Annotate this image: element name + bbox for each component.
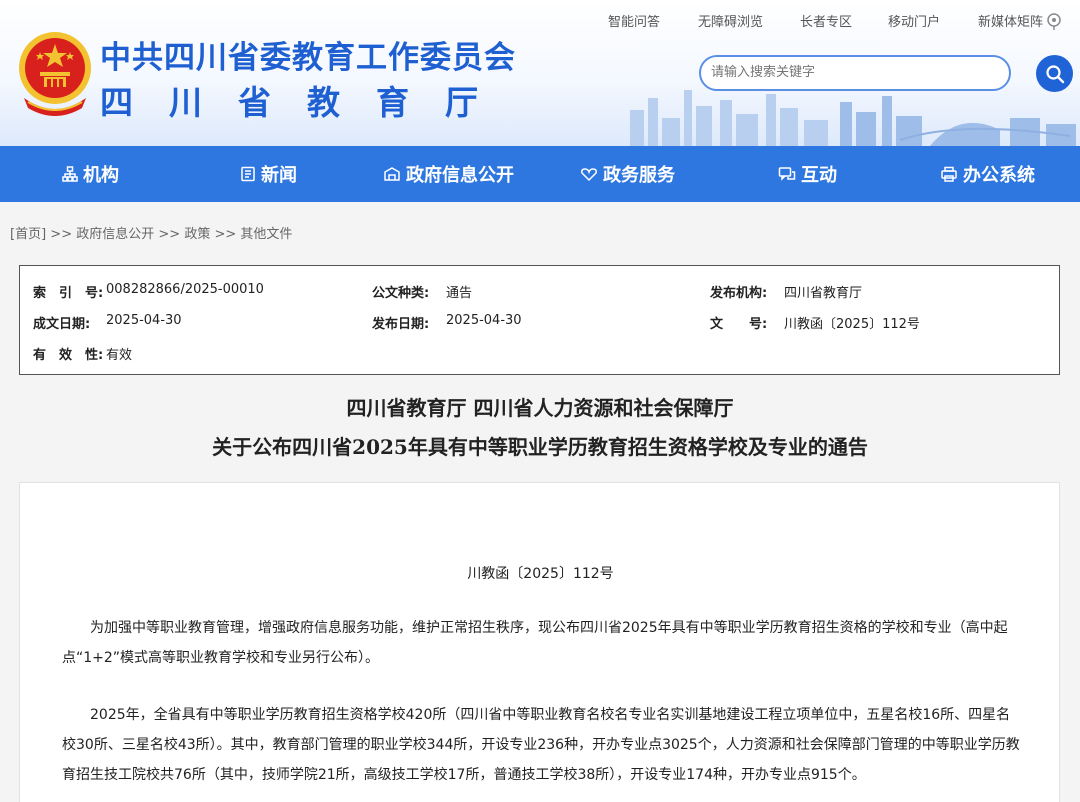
interaction-icon: [778, 167, 796, 181]
search-button[interactable]: [1036, 55, 1073, 92]
gov-info-icon: [384, 167, 400, 181]
breadcrumb-separator: >>: [158, 227, 181, 242]
nav-item-org[interactable]: 机构: [62, 146, 119, 202]
nav-label: 办公系统: [963, 165, 1035, 186]
search-input[interactable]: [711, 57, 1001, 87]
service-icon: [581, 168, 597, 182]
nav-item-services[interactable]: 政务服务: [580, 146, 675, 202]
org-chart-icon: [62, 166, 78, 182]
breadcrumb: [首页] >> 政府信息公开 >> 政策 >> 其他文件: [10, 223, 292, 242]
doc-number-label: 文 号:: [710, 317, 768, 332]
published-date-value: 2025-04-30: [446, 313, 522, 328]
org-name-title: 中共四川省委教育工作委员会: [100, 40, 516, 76]
publisher-label: 发布机构:: [710, 286, 768, 301]
document-title-line1: 四川省教育厅 四川省人力资源和社会保障厅: [346, 396, 734, 420]
top-link-mobile[interactable]: 移动门户: [888, 11, 940, 30]
category-label: 公文种类:: [372, 286, 430, 301]
publisher-value: 四川省教育厅: [784, 286, 863, 301]
breadcrumb-item-policy[interactable]: 政策: [184, 227, 210, 242]
nav-item-office[interactable]: 办公系统: [940, 146, 1035, 202]
breadcrumb-home[interactable]: [首页]: [10, 227, 46, 242]
document-metadata-table: 索 引 号: 008282866/2025-00010 公文种类: 通告 发布机…: [19, 265, 1060, 375]
breadcrumb-item-other-docs[interactable]: 其他文件: [240, 227, 292, 242]
category-value: 通告: [446, 286, 473, 301]
paragraph-intro: 为加强中等职业教育管理，增强政府信息服务功能，维护正常招生秩序，现公布四川省20…: [62, 620, 1008, 666]
breadcrumb-separator: >>: [214, 227, 237, 242]
nav-label: 互动: [801, 165, 837, 186]
main-nav: 机构 新闻 政府信息公开 政务服务 互动 办公系统: [0, 146, 1080, 202]
info-row: 成文日期: 2025-04-30 发布日期: 2025-04-30 文 号: 川…: [20, 313, 1059, 333]
breadcrumb-item-gov-info[interactable]: 政府信息公开: [76, 227, 154, 242]
search-box: [699, 55, 1011, 91]
paragraph-statistics: 2025年，全省具有中等职业学历教育招生资格学校420所（四川省中等职业教育名校…: [62, 707, 1020, 783]
nav-label: 新闻: [261, 165, 297, 186]
dept-name-title: 四川省教育厅: [100, 83, 514, 122]
top-link-elderly[interactable]: 长者专区: [800, 11, 852, 30]
top-link-new-media[interactable]: 新媒体矩阵: [978, 11, 1043, 30]
written-date-label: 成文日期:: [33, 317, 91, 332]
news-icon: [241, 166, 255, 182]
top-link-ai-qa[interactable]: 智能问答: [608, 11, 660, 30]
top-links: 智能问答 无障碍浏览 长者专区 移动门户 新媒体矩阵: [600, 11, 1070, 31]
validity-label: 有 效 性:: [33, 348, 104, 363]
site-header: 中共四川省委教育工作委员会 四川省教育厅 智能问答 无障碍浏览 长者专区 移动门…: [0, 0, 1080, 146]
office-icon: [941, 166, 957, 182]
nav-item-news[interactable]: 新闻: [240, 146, 297, 202]
search-icon: [1045, 64, 1064, 83]
info-row: 有 效 性: 有效: [20, 344, 1059, 364]
nav-item-gov-info[interactable]: 政府信息公开: [383, 146, 514, 202]
document-number: 川教函〔2025〕112号: [467, 566, 614, 582]
nav-label: 机构: [83, 165, 119, 186]
doc-number-value: 川教函〔2025〕112号: [784, 317, 920, 332]
document-title-line2: 关于公布四川省2025年具有中等职业学历教育招生资格学校及专业的通告: [212, 435, 868, 459]
validity-value: 有效: [106, 348, 133, 363]
nav-item-interaction[interactable]: 互动: [778, 146, 837, 202]
index-value: 008282866/2025-00010: [106, 282, 264, 297]
published-date-label: 发布日期:: [372, 317, 430, 332]
nav-label: 政务服务: [603, 165, 675, 186]
document-body: 川教函〔2025〕112号 为加强中等职业教育管理，增强政府信息服务功能，维护正…: [19, 482, 1060, 802]
top-link-accessibility[interactable]: 无障碍浏览: [698, 11, 763, 30]
breadcrumb-separator: >>: [50, 227, 73, 242]
location-pin-icon[interactable]: [1046, 13, 1062, 35]
national-emblem-logo: [19, 32, 91, 116]
info-row: 索 引 号: 008282866/2025-00010 公文种类: 通告 发布机…: [20, 282, 1059, 302]
index-label: 索 引 号:: [33, 286, 104, 301]
written-date-value: 2025-04-30: [106, 313, 182, 328]
nav-label: 政府信息公开: [406, 165, 514, 186]
